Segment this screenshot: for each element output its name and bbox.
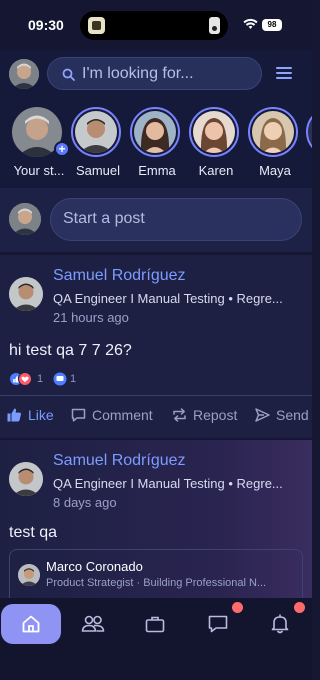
- story-next-partial[interactable]: [306, 107, 312, 157]
- story-samuel[interactable]: Samuel: [71, 107, 125, 178]
- story-label: Maya: [259, 163, 291, 178]
- avatar-photo: [252, 111, 294, 153]
- avatar-photo: [9, 59, 39, 89]
- feed-post: Samuel Rodríguez QA Engineer I Manual Te…: [0, 255, 312, 438]
- story-avatar: [75, 111, 117, 153]
- like-button[interactable]: Like: [7, 407, 54, 423]
- add-story-icon[interactable]: +: [54, 141, 70, 157]
- bottom-navigation: [0, 598, 312, 680]
- story-ring: [71, 107, 121, 157]
- post-author-headline: QA Engineer I Manual Testing • Regre...: [53, 291, 283, 306]
- story-label: Samuel: [75, 163, 121, 178]
- avatar-photo: [193, 111, 235, 153]
- post-author-name[interactable]: Samuel Rodríguez: [53, 267, 186, 285]
- shared-author-headline: Product Strategist · Building Profession…: [46, 577, 267, 589]
- menu-icon[interactable]: [276, 67, 292, 79]
- send-label: Send: [276, 407, 309, 423]
- app-activity-icon: [88, 17, 105, 34]
- status-bar: 09:30 98: [0, 0, 312, 50]
- nav-home[interactable]: [1, 604, 61, 644]
- story-label: Emma: [138, 163, 176, 178]
- repost-icon: [173, 408, 186, 422]
- camera-indicator-icon: [209, 17, 220, 34]
- composer-avatar: [9, 203, 41, 235]
- search-icon: [62, 68, 75, 81]
- story-karen[interactable]: Karen: [189, 107, 243, 178]
- start-post-input[interactable]: Start a post: [50, 198, 302, 241]
- shared-post-card[interactable]: Marco Coronado Product Strategist · Buil…: [9, 549, 303, 599]
- reaction-like-love-icon: [9, 372, 32, 386]
- comment-count-icon: [53, 372, 67, 386]
- stories-row: + Your st... Samuel Emma Karen Maya: [0, 98, 312, 188]
- bell-icon: [271, 614, 289, 634]
- post-author-avatar[interactable]: [9, 277, 43, 311]
- message-icon: [208, 615, 228, 633]
- composer-placeholder: Start a post: [63, 210, 145, 227]
- people-icon: [81, 615, 105, 632]
- nav-notifications[interactable]: [250, 602, 310, 644]
- avatar-photo: [9, 277, 43, 311]
- avatar-photo: [134, 111, 176, 153]
- thumbs-up-icon: [7, 408, 22, 422]
- post-author-headline: QA Engineer I Manual Testing • Regre...: [53, 476, 283, 491]
- nav-jobs[interactable]: [125, 604, 185, 644]
- avatar-photo: [9, 462, 43, 496]
- briefcase-icon: [145, 616, 165, 633]
- post-text: test qa: [9, 524, 58, 541]
- like-label: Like: [28, 407, 54, 423]
- avatar-photo: [9, 203, 41, 235]
- send-button[interactable]: Send: [255, 407, 309, 423]
- notifications-dot: [294, 602, 305, 613]
- story-avatar: [252, 111, 294, 153]
- post-author-name[interactable]: Samuel Rodríguez: [53, 452, 186, 470]
- repost-button[interactable]: Repost: [172, 407, 237, 423]
- status-time: 09:30: [28, 17, 64, 33]
- story-emma[interactable]: Emma: [130, 107, 184, 178]
- feed-post: Samuel Rodríguez QA Engineer I Manual Te…: [0, 440, 312, 599]
- search-input[interactable]: I'm looking for...: [47, 57, 262, 90]
- story-label: Your st...: [13, 163, 65, 178]
- story-label: Karen: [198, 163, 234, 178]
- shared-author-name: Marco Coronado: [46, 559, 143, 574]
- top-bar: I'm looking for...: [0, 50, 312, 98]
- repost-label: Repost: [193, 407, 238, 423]
- story-ring: [130, 107, 180, 157]
- story-your-story[interactable]: + Your st...: [12, 107, 70, 178]
- comment-icon: [71, 408, 86, 422]
- story-avatar: [193, 111, 235, 153]
- nav-network[interactable]: [63, 604, 123, 644]
- battery-icon: 98: [262, 19, 282, 31]
- send-icon: [255, 408, 270, 422]
- comment-button[interactable]: Comment: [71, 407, 153, 423]
- search-placeholder: I'm looking for...: [82, 65, 194, 82]
- story-avatar: [134, 111, 176, 153]
- dynamic-island: [80, 11, 228, 40]
- nav-messages[interactable]: [188, 602, 248, 644]
- post-composer: Start a post: [0, 188, 312, 252]
- story-ring: [189, 107, 239, 157]
- comment-label: Comment: [92, 407, 153, 423]
- post-actions: Like Comment Repost Send: [0, 395, 312, 435]
- post-author-avatar[interactable]: [9, 462, 43, 496]
- profile-avatar[interactable]: [9, 59, 39, 89]
- story-maya[interactable]: Maya: [248, 107, 302, 178]
- avatar-photo: [75, 111, 117, 153]
- comment-count: 1: [70, 373, 77, 385]
- post-text: hi test qa 7 7 26?: [9, 342, 132, 359]
- post-timestamp: 21 hours ago: [53, 310, 129, 325]
- messages-notification-dot: [232, 602, 243, 613]
- home-icon: [22, 615, 40, 633]
- reaction-count: 1: [37, 373, 44, 385]
- wifi-icon: [243, 18, 258, 29]
- avatar-photo: [18, 564, 40, 586]
- post-timestamp: 8 days ago: [53, 495, 117, 510]
- story-ring: [248, 107, 298, 157]
- shared-author-avatar: [18, 564, 40, 586]
